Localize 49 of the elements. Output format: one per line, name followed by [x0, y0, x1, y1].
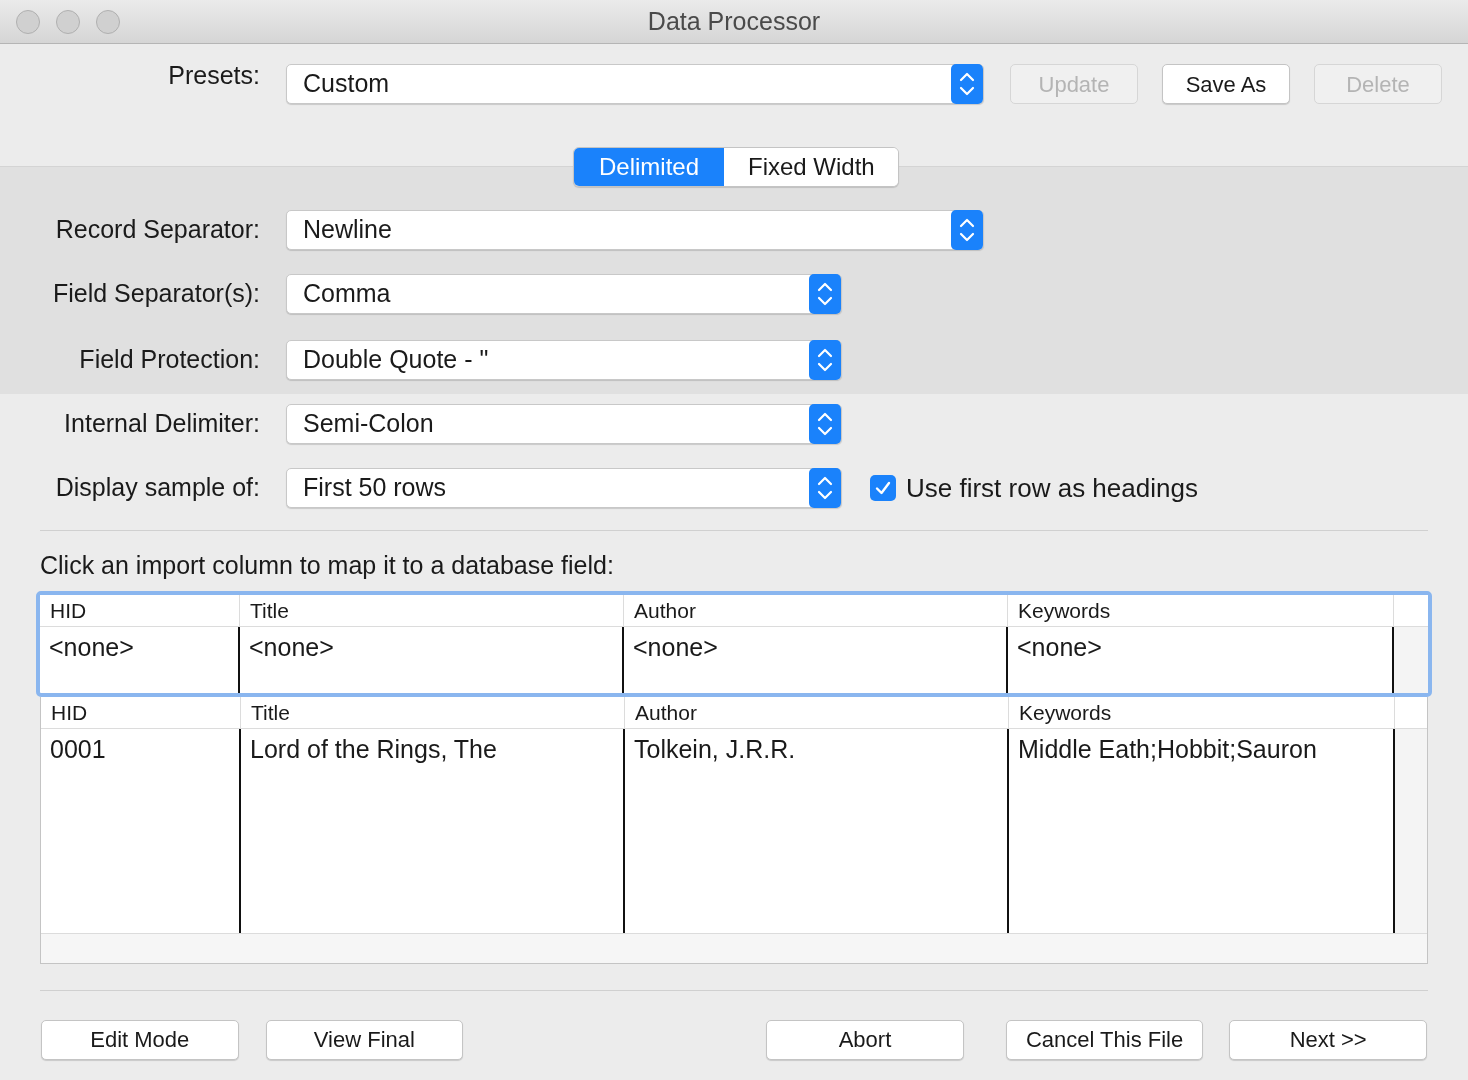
footer-button[interactable]: Abort — [766, 1019, 964, 1060]
segment-tab[interactable]: Delimited — [574, 148, 724, 186]
stepper-arrows-icon — [809, 468, 841, 508]
table-cell: <none> — [240, 626, 624, 693]
column-header[interactable]: Keywords — [1008, 594, 1394, 627]
field-label: Field Protection: — [78, 344, 261, 376]
window-control[interactable] — [16, 10, 40, 34]
table-cell: <none> — [624, 626, 1008, 693]
dropdown[interactable]: First 50 rows — [286, 468, 842, 508]
field-label: Presets: — [167, 60, 261, 92]
field-label: Field Separator(s): — [51, 278, 261, 310]
footer-button[interactable]: Next >> — [1229, 1019, 1427, 1060]
stepper-arrows-icon — [809, 404, 841, 444]
stepper-arrows-icon — [809, 340, 841, 380]
table-cell: <none> — [40, 626, 240, 693]
sample-table[interactable]: HID Title Author Keywords 0001 Lord of the Rings, The Tolkein, J.R.R. Middle Eath;Hobbit;Sauron — [40, 696, 1428, 964]
scrollbar-track — [1394, 626, 1428, 693]
segment-tab[interactable]: Fixed Width — [724, 148, 898, 186]
column-header[interactable]: HID — [41, 696, 241, 729]
checkbox[interactable] — [870, 475, 896, 501]
checkbox-label: Use first row as headings — [906, 471, 1198, 505]
dropdown[interactable]: Semi-Colon — [286, 404, 842, 444]
dropdown[interactable]: Comma — [286, 274, 842, 314]
column-header[interactable]: Author — [624, 594, 1008, 627]
dropdown[interactable]: Newline — [286, 210, 984, 250]
horizontal-scrollbar[interactable] — [41, 932, 1427, 963]
stepper-arrows-icon — [809, 274, 841, 314]
stepper-arrows-icon — [951, 210, 983, 250]
dropdown[interactable]: Double Quote - " — [286, 340, 842, 380]
column-header[interactable]: Author — [625, 696, 1009, 729]
column-header[interactable]: HID — [40, 594, 240, 627]
dropdown[interactable]: Custom — [286, 64, 984, 104]
stepper-arrows-icon — [951, 64, 983, 104]
window-title: Data Processor — [647, 5, 821, 37]
window-control[interactable] — [96, 10, 120, 34]
column-header[interactable]: Keywords — [1009, 696, 1395, 729]
column-header[interactable]: Title — [240, 594, 624, 627]
mapping-table[interactable]: HID Title Author Keywords <none> <none> <none> <none> — [36, 590, 1432, 697]
window-control[interactable] — [56, 10, 80, 34]
field-label: Display sample of: — [54, 472, 261, 504]
footer-button[interactable]: Edit Mode — [41, 1019, 239, 1060]
footer-button[interactable]: Cancel This File — [1005, 1019, 1204, 1060]
column-header[interactable]: Title — [241, 696, 625, 729]
field-label: Record Separator: — [54, 214, 261, 246]
checkmark-icon — [874, 479, 892, 497]
preset-button[interactable]: Save As — [1162, 64, 1290, 104]
footer-button[interactable]: View Final — [265, 1019, 464, 1060]
instruction-text: Click an import column to map it to a database field: — [40, 550, 615, 581]
field-label: Internal Delimiter: — [63, 408, 261, 440]
